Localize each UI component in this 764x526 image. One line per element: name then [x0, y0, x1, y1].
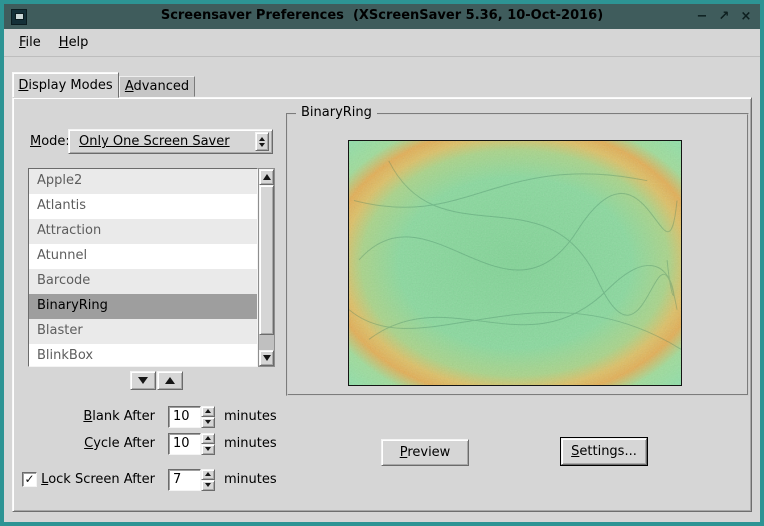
lock-after-spin-up-button[interactable] [201, 469, 215, 480]
maximize-button[interactable]: ↗ [714, 7, 734, 26]
saver-list-row[interactable]: Atlantis [29, 194, 257, 219]
minimize-button[interactable]: − [692, 7, 712, 26]
settings-button-label: Settings... [571, 444, 637, 459]
saver-list-row[interactable]: Barcode [29, 269, 257, 294]
blank-after-input[interactable]: 10 [168, 406, 201, 428]
scroll-down-arrow-icon [263, 355, 271, 361]
mode-select-value: Only One Screen Saver [69, 134, 255, 149]
cycle-after-unit: minutes [224, 436, 277, 451]
saver-list[interactable]: Apple2 Atlantis Attraction Atunnel Barco… [28, 168, 258, 367]
mode-label: Mode: [30, 129, 70, 154]
cycle-after-row: Cycle After 10 minutes [13, 432, 277, 455]
cycle-after-input[interactable]: 10 [168, 433, 201, 455]
window-icon[interactable] [11, 9, 27, 25]
blank-after-spinner: 10 [168, 406, 215, 428]
lock-after-row: ✓ Lock Screen After 7 minutes [13, 468, 277, 491]
mode-select[interactable]: Only One Screen Saver [68, 129, 273, 154]
preview-button-label: Preview [400, 445, 451, 460]
scrollbar-thumb[interactable] [259, 185, 274, 335]
saver-list-row[interactable]: BlinkBox [29, 344, 257, 367]
tab-advanced[interactable]: Advanced [119, 76, 195, 97]
blank-after-label: Blank After [13, 409, 155, 424]
saver-list-row[interactable]: Atunnel [29, 244, 257, 269]
window-title: Screensaver Preferences (XScreenSaver 5.… [4, 8, 760, 23]
display-modes-panel: Mode: Only One Screen Saver Apple2 Atlan… [12, 97, 752, 512]
menu-file[interactable]: File [10, 31, 50, 54]
blank-after-spin-up-button[interactable] [201, 406, 215, 417]
close-icon: × [741, 9, 752, 24]
dropdown-stepper-icon [255, 132, 269, 151]
move-up-arrow-icon [165, 377, 175, 384]
checkmark-icon: ✓ [24, 473, 34, 486]
spin-up-icon [205, 409, 211, 413]
saver-list-row[interactable]: BinaryRing [29, 294, 257, 319]
lock-after-unit: minutes [224, 472, 277, 487]
lock-after-spinner: 7 [168, 469, 215, 491]
spin-down-icon [205, 420, 211, 424]
close-button[interactable]: × [736, 7, 756, 26]
blank-after-spin-down-button[interactable] [201, 417, 215, 428]
cycle-after-spin-down-button[interactable] [201, 444, 215, 455]
saver-list-row[interactable]: Blaster [29, 319, 257, 344]
lock-screen-checkbox[interactable]: ✓ [22, 472, 37, 487]
blank-after-unit: minutes [224, 409, 277, 424]
menu-help[interactable]: Help [50, 31, 98, 54]
move-down-arrow-icon [138, 377, 148, 384]
lock-after-label: Lock Screen After [37, 472, 155, 487]
maximize-icon: ↗ [719, 9, 730, 24]
spin-down-icon [205, 483, 211, 487]
minimize-icon: − [697, 9, 708, 24]
scroll-up-arrow-icon [263, 174, 271, 180]
dropdown-down-arrow-icon [259, 143, 265, 147]
menubar: File Help [4, 29, 760, 57]
preview-button[interactable]: Preview [381, 439, 469, 466]
spin-up-icon [205, 436, 211, 440]
window-controls: − ↗ × [690, 4, 756, 29]
cycle-after-spin-up-button[interactable] [201, 433, 215, 444]
spin-down-icon [205, 447, 211, 451]
scroll-down-button[interactable] [259, 350, 274, 366]
blank-after-row: Blank After 10 minutes [13, 405, 277, 428]
blank-after-steppers [201, 406, 215, 428]
tab-display-modes[interactable]: Display Modes [12, 72, 119, 98]
preview-frame: BinaryRing [286, 113, 749, 396]
move-down-button[interactable] [130, 371, 156, 390]
main-content: Display Modes Advanced Mode: Only One Sc… [4, 57, 760, 518]
scroll-up-button[interactable] [259, 169, 274, 185]
saver-list-scrollbar[interactable] [258, 168, 275, 367]
saver-list-row[interactable]: Apple2 [29, 169, 257, 194]
preview-frame-title: BinaryRing [296, 105, 377, 121]
lock-after-input[interactable]: 7 [168, 469, 201, 491]
lock-after-spin-down-button[interactable] [201, 480, 215, 491]
saver-list-row[interactable]: Attraction [29, 219, 257, 244]
move-up-button[interactable] [157, 371, 183, 390]
cycle-after-label: Cycle After [13, 436, 155, 451]
titlebar[interactable]: Screensaver Preferences (XScreenSaver 5.… [4, 4, 760, 29]
cycle-after-spinner: 10 [168, 433, 215, 455]
window-icon-glyph [15, 13, 24, 20]
settings-button[interactable]: Settings... [561, 438, 647, 465]
xscreensaver-preferences-window: Screensaver Preferences (XScreenSaver 5.… [0, 0, 764, 526]
lock-after-steppers [201, 469, 215, 491]
screensaver-preview-image [348, 140, 682, 386]
dropdown-up-arrow-icon [259, 137, 265, 141]
cycle-after-steppers [201, 433, 215, 455]
spin-up-icon [205, 472, 211, 476]
